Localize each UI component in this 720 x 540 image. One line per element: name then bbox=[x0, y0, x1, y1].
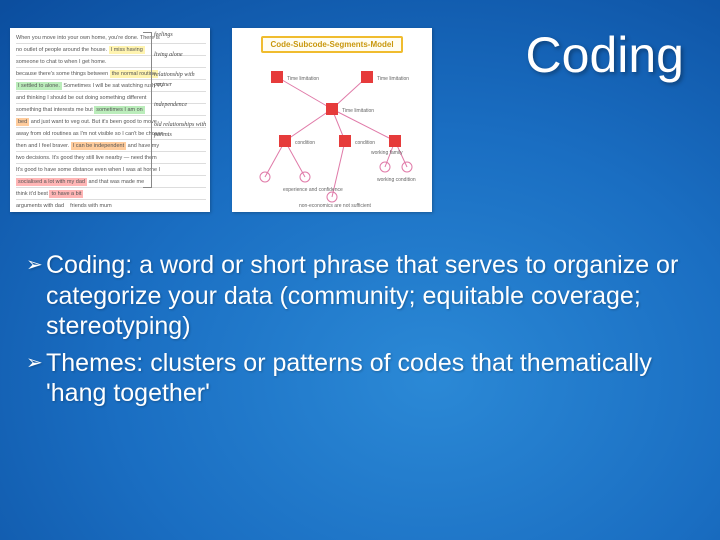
bullet-rest: a word or short phrase that serves to or… bbox=[46, 251, 678, 340]
note-3: relationship with partner bbox=[154, 70, 208, 90]
figure-code-model: Code-Subcode-Segments-Model Time limitat… bbox=[232, 28, 432, 212]
figure-row: When you move into your own home, you're… bbox=[10, 28, 432, 212]
slide-title: Coding bbox=[526, 26, 684, 84]
bullet-lead: Coding: bbox=[46, 251, 132, 279]
figure-coded-text: When you move into your own home, you're… bbox=[10, 28, 210, 212]
bullet-arrow-icon: ➢ bbox=[26, 348, 46, 409]
bullet-text: Themes: clusters or patterns of codes th… bbox=[46, 348, 690, 409]
bullet-arrow-icon: ➢ bbox=[26, 250, 46, 342]
bullet-lead: Themes: bbox=[46, 349, 143, 377]
svg-text:condition: condition bbox=[355, 140, 375, 146]
model-diagram: Time limitation Time limitation Time lim… bbox=[237, 59, 427, 209]
svg-text:condition: condition bbox=[295, 140, 315, 146]
slide-body: ➢ Coding: a word or short phrase that se… bbox=[26, 250, 690, 415]
svg-text:non-economics are not sufficie: non-economics are not sufficient bbox=[299, 203, 372, 209]
svg-text:Time limitation: Time limitation bbox=[342, 108, 374, 114]
model-label: Code-Subcode-Segments-Model bbox=[261, 36, 403, 53]
margin-notes: feelings living alone relationship with … bbox=[154, 30, 208, 150]
svg-text:working condition: working condition bbox=[377, 177, 416, 183]
note-4: independence bbox=[154, 100, 208, 110]
svg-text:Time limitation: Time limitation bbox=[377, 76, 409, 82]
svg-text:Time limitation: Time limitation bbox=[287, 76, 319, 82]
svg-text:working family: working family bbox=[371, 150, 403, 156]
note-5: old relationships with parents bbox=[154, 120, 208, 140]
note-1: feelings bbox=[154, 30, 208, 40]
bullet-text: Coding: a word or short phrase that serv… bbox=[46, 250, 690, 342]
bullet-item: ➢ Themes: clusters or patterns of codes … bbox=[26, 348, 690, 409]
note-2: living alone bbox=[154, 50, 208, 60]
bullet-item: ➢ Coding: a word or short phrase that se… bbox=[26, 250, 690, 342]
